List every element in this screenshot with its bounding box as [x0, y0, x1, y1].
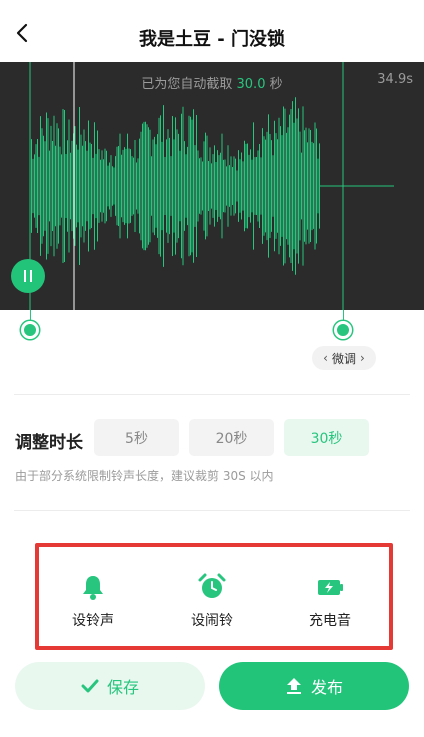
fine-tune-control: ‹ 微调 ›	[312, 346, 376, 370]
battery-charge-icon	[318, 580, 343, 595]
publish-label: 发布	[310, 678, 343, 697]
waveform[interactable]	[0, 62, 424, 310]
bell-icon	[83, 576, 103, 600]
duration-option-20s[interactable]: 20秒	[189, 419, 274, 456]
start-trim-handle[interactable]	[21, 321, 39, 339]
fine-tune-label: 微调	[331, 351, 356, 366]
save-button[interactable]: 保存	[15, 662, 205, 710]
set-ringtone-button[interactable]: 设铃声	[58, 572, 128, 630]
divider	[14, 510, 410, 511]
pause-button[interactable]	[11, 259, 45, 293]
chevron-right-icon[interactable]: ›	[360, 351, 365, 365]
auto-clip-prefix: 已为您自动截取	[141, 77, 233, 92]
divider	[14, 394, 410, 395]
page-title: 我是土豆 - 门没锁	[138, 29, 285, 50]
duration-option-30s[interactable]: 30秒	[284, 419, 369, 456]
total-duration: 34.9s	[377, 72, 413, 87]
pause-icon	[30, 270, 32, 282]
duration-label: 调整时长	[15, 433, 83, 453]
upload-icon	[286, 678, 301, 694]
charging-sound-button[interactable]: 充电音	[295, 572, 365, 630]
end-trim-handle[interactable]	[334, 321, 352, 339]
auto-clip-seconds: 30.0	[236, 77, 266, 92]
duration-option-5s[interactable]: 5秒	[94, 419, 179, 456]
publish-button[interactable]: 发布	[219, 662, 409, 710]
chevron-left-icon[interactable]: ‹	[323, 351, 328, 365]
auto-clip-note: 已为您自动截取 30.0 秒	[0, 73, 424, 92]
set-alarm-button[interactable]: 设闹铃	[177, 572, 247, 630]
auto-clip-suffix: 秒	[269, 77, 283, 92]
set-ringtone-label: 设铃声	[72, 613, 114, 629]
alarm-clock-icon	[198, 573, 226, 598]
waveform-panel[interactable]: 已为您自动截取 30.0 秒 34.9s	[0, 62, 424, 310]
set-alarm-label: 设闹铃	[191, 613, 233, 629]
save-label: 保存	[106, 678, 139, 697]
pause-icon	[24, 270, 26, 282]
duration-hint: 由于部分系统限制铃声长度，建议裁剪 30S 以内	[15, 469, 274, 483]
checkmark-icon	[81, 679, 99, 693]
header: 我是土豆 - 门没锁	[0, 0, 424, 62]
charging-sound-label: 充电音	[309, 613, 351, 629]
